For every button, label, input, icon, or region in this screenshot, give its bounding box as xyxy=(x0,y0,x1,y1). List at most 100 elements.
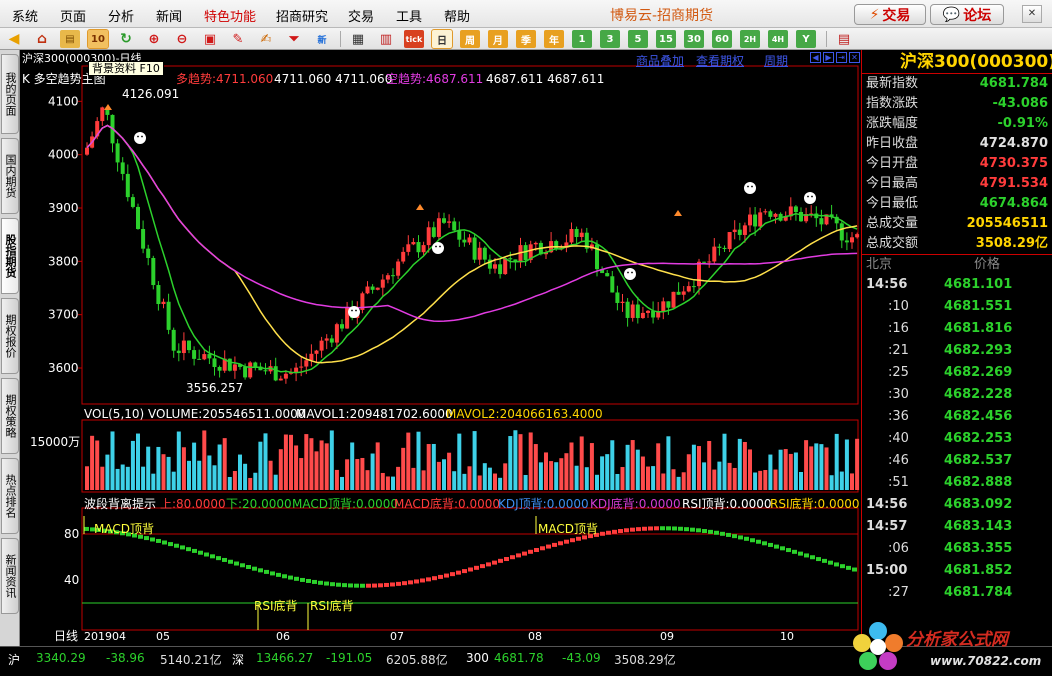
close-icon[interactable]: ✕ xyxy=(1022,5,1042,23)
f10-info-icon[interactable]: 10 xyxy=(87,29,109,49)
window-icon[interactable]: ▣ xyxy=(200,30,220,48)
candle-body xyxy=(248,362,253,378)
tab-index-futures[interactable]: 股指期货 xyxy=(1,218,19,294)
zoom-in-icon[interactable]: ⊕ xyxy=(144,30,164,48)
candle-body xyxy=(100,107,105,122)
period-quarter-button[interactable]: 季 xyxy=(516,30,536,48)
oscillator-dot xyxy=(456,570,461,575)
menu-trade[interactable]: 交易 xyxy=(348,6,374,25)
tick-button[interactable]: tick xyxy=(404,30,424,48)
oscillator-dot xyxy=(414,579,419,584)
link-overlay-goods[interactable]: 商品叠加 xyxy=(636,52,684,69)
period-5min-button[interactable]: 5 xyxy=(628,30,648,48)
period-year-button[interactable]: 年 xyxy=(544,30,564,48)
period-2h-button[interactable]: 2H xyxy=(740,30,760,48)
candle-body xyxy=(130,197,135,207)
period-day-button[interactable]: 日 xyxy=(431,29,453,49)
candle-body xyxy=(125,173,130,198)
period-month-button[interactable]: 月 xyxy=(488,30,508,48)
oscillator-dot xyxy=(534,548,539,553)
menu-system[interactable]: 系统 xyxy=(12,6,38,25)
tab-my-page[interactable]: 我的页面 xyxy=(1,54,19,134)
draw-tool-icon[interactable]: ✍ xyxy=(256,30,276,48)
macd-top-signal-1: MACD顶背 xyxy=(94,522,154,536)
price-tick-label: 4000 xyxy=(48,148,79,162)
volume-bar xyxy=(85,466,89,490)
oscillator-dot xyxy=(306,578,311,583)
new-icon[interactable]: 新 xyxy=(312,30,332,48)
period-60min-button[interactable]: 60 xyxy=(712,30,732,48)
menu-news[interactable]: 新闻 xyxy=(156,6,182,25)
menu-help[interactable]: 帮助 xyxy=(444,6,470,25)
date-label-08: 08 xyxy=(528,630,542,643)
price-tick-label: 3800 xyxy=(48,254,79,268)
home-icon[interactable]: ⌂ xyxy=(32,30,52,48)
volume-bar xyxy=(850,473,854,490)
quote-row: 今日最高 4791.534 xyxy=(862,174,1052,194)
table-icon[interactable]: ▦ xyxy=(348,30,368,48)
quote-row-label: 指数涨跌 xyxy=(866,96,919,111)
period-3min-button[interactable]: 3 xyxy=(600,30,620,48)
volume-bar xyxy=(722,433,727,490)
candle-body xyxy=(146,248,151,258)
menu-page[interactable]: 页面 xyxy=(60,6,86,25)
trade-button[interactable]: ⚡ 交易 xyxy=(854,4,926,25)
oscillator-dot xyxy=(330,582,335,587)
tick-list[interactable]: 14:56 4681.101:10 4681.551:16 4681.816:21 46… xyxy=(862,274,1052,604)
chart-area[interactable]: 4100 4000 3900 3800 3700 3600 沪深300(000300)-日… xyxy=(20,50,860,646)
grid-icon[interactable]: ▥ xyxy=(376,30,396,48)
filter-icon[interactable]: ⏷ xyxy=(284,30,304,48)
refresh-icon[interactable]: ↻ xyxy=(116,30,136,48)
toolbar-separator xyxy=(340,31,341,47)
oscillator-dot xyxy=(774,544,779,549)
candle-body xyxy=(181,340,186,354)
tick-row: 14:56 4681.101 xyxy=(862,274,1052,296)
oscillator-dot xyxy=(240,563,245,568)
candle-body xyxy=(661,301,666,312)
nav-left-icon[interactable]: ◀ xyxy=(810,52,821,63)
tab-domestic-futures[interactable]: 国内期货 xyxy=(1,138,19,214)
back-icon[interactable]: ◀ xyxy=(4,30,24,48)
volume-bar xyxy=(141,466,146,490)
nav-end-icon[interactable]: ⇥ xyxy=(836,52,847,63)
period-custom-button[interactable]: Y xyxy=(796,30,816,48)
menu-research[interactable]: 招商研究 xyxy=(276,6,328,25)
volume-bar xyxy=(768,454,773,490)
nav-right-icon[interactable]: ▶ xyxy=(823,52,834,63)
tab-option-quotes[interactable]: 期权报价 xyxy=(1,298,19,374)
period-15min-button[interactable]: 15 xyxy=(656,30,676,48)
forum-button[interactable]: 💬 论坛 xyxy=(930,4,1004,25)
period-30min-button[interactable]: 30 xyxy=(684,30,704,48)
period-week-button[interactable]: 周 xyxy=(460,30,480,48)
menu-analysis[interactable]: 分析 xyxy=(108,6,134,25)
book-icon[interactable]: ▤ xyxy=(60,30,80,48)
nav-close-icon[interactable]: ✕ xyxy=(849,52,860,63)
volume-bar xyxy=(788,453,793,490)
tab-option-strategy[interactable]: 期权策略 xyxy=(1,378,19,454)
tab-hot-ranking[interactable]: 热点排名 xyxy=(1,458,19,534)
zoom-out-icon[interactable]: ⊖ xyxy=(172,30,192,48)
link-view-options[interactable]: 查看期权 xyxy=(696,52,744,69)
div-macd-bottom: MACD底背:0.0000 xyxy=(394,496,500,511)
volume-bar xyxy=(686,454,691,490)
oscillator-dot xyxy=(498,558,503,563)
period-4h-button[interactable]: 4H xyxy=(768,30,788,48)
tab-news[interactable]: 新闻资讯 xyxy=(1,538,19,614)
layout-icon[interactable]: ▤ xyxy=(834,30,854,48)
candle-body xyxy=(493,264,497,269)
oscillator-dot xyxy=(300,577,305,582)
bull-trend-extra: 4711.060 4711.060 xyxy=(274,72,392,86)
smiley-eye xyxy=(751,185,753,188)
menu-tools[interactable]: 工具 xyxy=(396,6,422,25)
candle-body xyxy=(533,242,538,245)
volume-bar xyxy=(253,472,258,490)
menu-features[interactable]: 特色功能 xyxy=(204,6,256,25)
candle-body xyxy=(635,304,640,319)
pen-icon[interactable]: ✎ xyxy=(228,30,248,48)
rsi-bottom-signal-2: RSI底背 xyxy=(310,598,354,613)
period-1min-button[interactable]: 1 xyxy=(572,30,592,48)
volume-bar xyxy=(799,472,803,490)
link-period[interactable]: 周期 xyxy=(764,52,788,69)
candle-body xyxy=(319,340,324,351)
volume-bar xyxy=(763,470,768,490)
